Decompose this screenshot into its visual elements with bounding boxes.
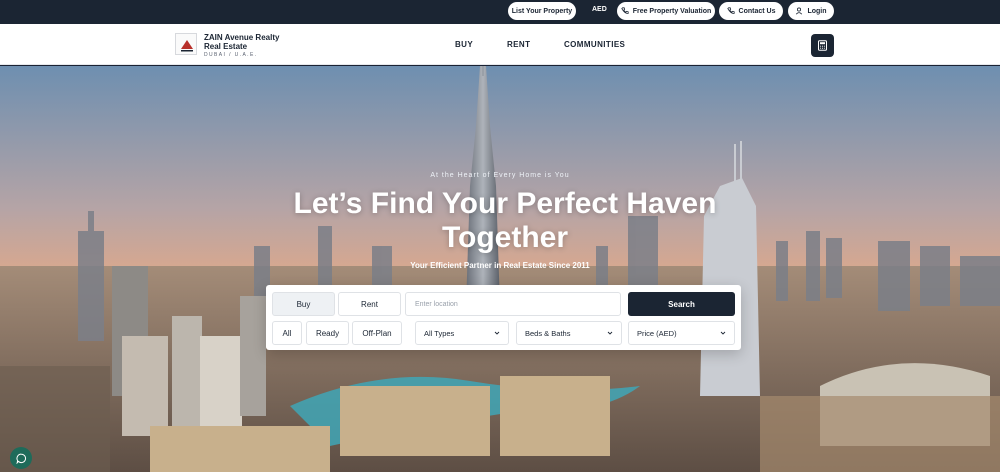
main-navbar: ZAIN Avenue Realty Real Estate DUBAI / U…	[0, 24, 1000, 65]
property-search-panel: Buy Rent Enter location Search All Ready…	[266, 285, 741, 350]
nav-buy-link[interactable]: BUY	[455, 40, 473, 49]
chevron-down-icon	[607, 331, 613, 335]
status-offplan-button[interactable]: Off-Plan	[352, 321, 402, 345]
price-value: Price (AED)	[637, 328, 677, 338]
status-ready-label: Ready	[315, 328, 340, 338]
brand-subname: Real Estate	[204, 42, 248, 51]
free-valuation-button[interactable]: Free Property Valuation	[617, 2, 715, 20]
contact-us-button[interactable]: Contact Us	[719, 2, 783, 20]
chat-button[interactable]	[10, 447, 32, 469]
beds-baths-value: Beds & Baths	[525, 328, 571, 338]
status-offplan-label: Off-Plan	[362, 328, 392, 338]
beds-baths-select[interactable]: Beds & Baths	[516, 321, 622, 345]
mode-buy-label: Buy	[296, 299, 311, 309]
hero-subline: Your Efficient Partner in Real Estate Si…	[410, 261, 590, 270]
chevron-down-icon	[494, 331, 500, 335]
list-property-button[interactable]: List Your Property	[508, 2, 576, 20]
calculator-button[interactable]	[811, 34, 834, 57]
logo-emblem-icon	[181, 40, 193, 52]
property-type-select[interactable]: All Types	[415, 321, 509, 345]
location-placeholder: Enter location	[415, 300, 458, 308]
status-all-button[interactable]: All	[272, 321, 302, 345]
valuation-label: Free Property Valuation	[632, 7, 712, 15]
hero-tagline: At the Heart of Every Home is You	[430, 172, 570, 179]
mode-rent-label: Rent	[361, 299, 378, 309]
hero-headline: Let’s Find Your Perfect Haven Together	[293, 187, 717, 254]
nav-communities-link[interactable]: COMMUNITIES	[564, 40, 625, 49]
currency-selector[interactable]: AED	[592, 6, 607, 13]
user-icon	[796, 7, 803, 15]
brand-location: DUBAI / U.A.E.	[204, 52, 258, 58]
phone-icon	[726, 7, 735, 14]
search-button-label: Search	[668, 299, 695, 309]
nav-rent-link[interactable]: RENT	[507, 40, 530, 49]
hero-section: At the Heart of Every Home is You Let’s …	[0, 66, 1000, 472]
chevron-down-icon	[720, 331, 726, 335]
property-type-value: All Types	[424, 328, 455, 338]
phone-icon	[621, 7, 629, 14]
list-property-label: List Your Property	[511, 7, 573, 15]
brand-name: ZAIN Avenue Realty	[204, 33, 280, 42]
mode-buy-tab[interactable]: Buy	[272, 292, 335, 316]
calculator-icon	[818, 40, 827, 51]
location-input[interactable]: Enter location	[405, 292, 621, 316]
login-button[interactable]: Login	[788, 2, 834, 20]
mode-rent-tab[interactable]: Rent	[338, 292, 401, 316]
price-select[interactable]: Price (AED)	[628, 321, 735, 345]
status-all-label: All	[282, 328, 292, 338]
login-label: Login	[807, 7, 827, 15]
status-ready-button[interactable]: Ready	[306, 321, 349, 345]
search-button[interactable]: Search	[628, 292, 735, 316]
company-logo[interactable]	[175, 33, 197, 55]
chat-bubble-icon	[15, 453, 26, 464]
contact-label: Contact Us	[738, 7, 776, 15]
top-utility-bar: List Your Property AED Free Property Val…	[0, 0, 1000, 24]
